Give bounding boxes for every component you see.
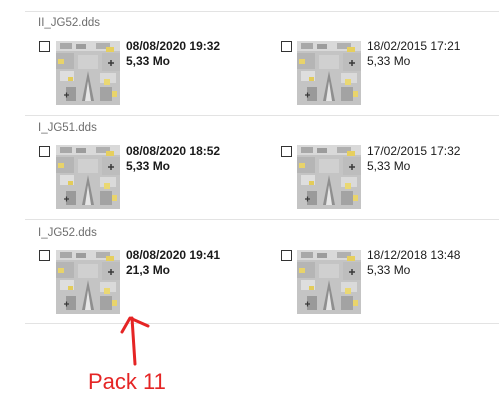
file-size: 5,33 Mo (367, 159, 411, 173)
select-checkbox[interactable] (281, 250, 292, 261)
texture-thumbnail[interactable] (297, 250, 361, 314)
file-comparison-view: II_JG52.dds 08/08/2020 19:32 5,33 Mo 18/… (0, 0, 499, 408)
select-checkbox[interactable] (281, 41, 292, 52)
file-size: 5,33 Mo (367, 54, 411, 68)
file-size: 5,33 Mo (126, 159, 171, 173)
texture-thumbnail[interactable] (297, 41, 361, 105)
group-divider (25, 323, 499, 324)
file-date: 08/08/2020 19:41 (126, 248, 221, 262)
annotation-arrow-icon (120, 316, 150, 366)
texture-thumbnail[interactable] (56, 145, 120, 209)
annotation-label: Pack 11 (88, 369, 166, 394)
file-info: 08/08/2020 19:32 5,33 Mo (126, 39, 220, 69)
file-date: 18/02/2015 17:21 (367, 39, 461, 53)
select-checkbox[interactable] (281, 146, 292, 157)
file-info: 08/08/2020 18:52 5,33 Mo (126, 144, 220, 174)
file-size: 21,3 Mo (126, 263, 171, 277)
group-divider (25, 115, 499, 116)
file-info: 17/02/2015 17:32 5,33 Mo (367, 144, 460, 174)
texture-thumbnail[interactable] (56, 41, 120, 105)
texture-thumbnail[interactable] (297, 145, 361, 209)
group-divider (25, 219, 499, 220)
file-date: 18/12/2018 13:48 (367, 248, 461, 262)
select-checkbox[interactable] (39, 250, 50, 261)
file-size: 5,33 Mo (367, 263, 411, 277)
file-date: 08/08/2020 19:32 (126, 39, 221, 53)
texture-thumbnail[interactable] (56, 250, 120, 314)
file-size: 5,33 Mo (126, 54, 171, 68)
select-checkbox[interactable] (39, 41, 50, 52)
group-divider (25, 11, 499, 12)
file-info: 08/08/2020 19:41 21,3 Mo (126, 248, 220, 278)
file-date: 17/02/2015 17:32 (367, 144, 461, 158)
group-title: I_JG51.dds (38, 122, 97, 134)
file-date: 08/08/2020 18:52 (126, 144, 221, 158)
group-title: I_JG52.dds (38, 227, 97, 239)
file-info: 18/12/2018 13:48 5,33 Mo (367, 248, 460, 278)
file-info: 18/02/2015 17:21 5,33 Mo (367, 39, 460, 69)
group-title: II_JG52.dds (38, 17, 101, 29)
select-checkbox[interactable] (39, 146, 50, 157)
